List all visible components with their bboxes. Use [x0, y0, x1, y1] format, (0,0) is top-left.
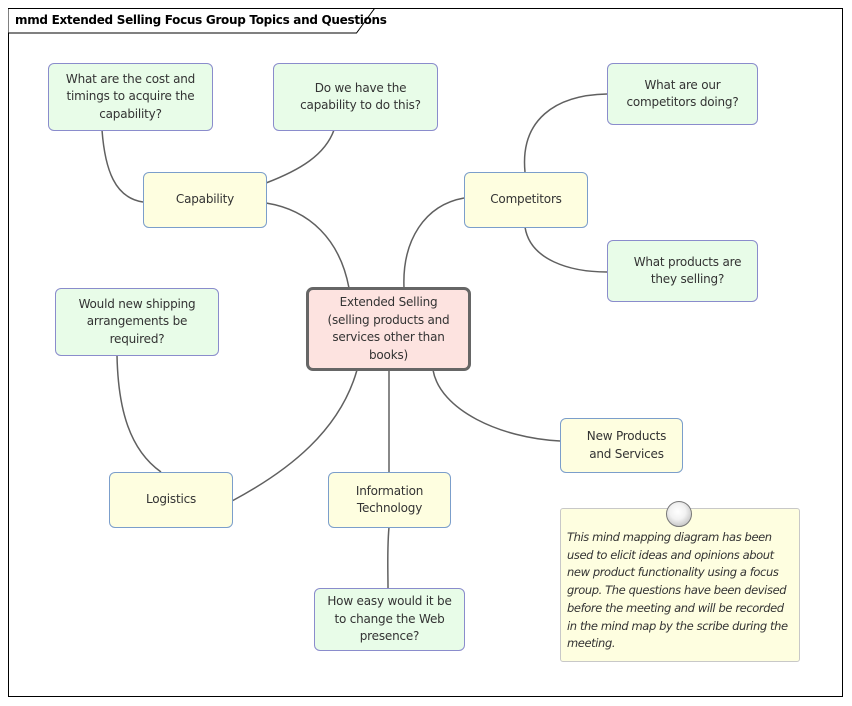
- diagram-note[interactable]: This mind mapping diagram has been used …: [560, 508, 800, 662]
- connector-it-web: [387, 526, 390, 589]
- topic-node-logistics[interactable]: Logistics: [109, 472, 233, 528]
- connector-competitors-doing: [523, 93, 608, 173]
- topic-label: Competitors: [490, 192, 562, 207]
- question-node-competitors-doing[interactable]: What are our competitors doing?: [607, 63, 758, 125]
- connector-competitors-selling: [524, 226, 608, 273]
- connector-central-new-products: [432, 369, 561, 442]
- connector-logistics-shipping: [116, 354, 162, 473]
- question-label: Would new shipping arrangements be requi…: [78, 296, 196, 346]
- topic-node-competitors[interactable]: Competitors: [464, 172, 588, 228]
- question-node-cost-timings[interactable]: What are the cost and timings to acquire…: [48, 63, 213, 131]
- question-label: What products are they selling?: [633, 254, 742, 287]
- question-node-web-presence[interactable]: How easy would it be to change the Web p…: [314, 588, 465, 651]
- question-label: How easy would it be to change the Web p…: [327, 594, 452, 644]
- connector-capability-cost: [101, 129, 144, 203]
- question-node-shipping[interactable]: Would new shipping arrangements be requi…: [55, 288, 219, 356]
- topic-label: Capability: [175, 192, 235, 207]
- central-topic-label: Extended Selling (selling products and s…: [327, 295, 450, 362]
- question-label: What are our competitors doing?: [626, 77, 739, 110]
- topic-node-capability[interactable]: Capability: [143, 172, 267, 228]
- topic-node-information-technology[interactable]: Information Technology: [328, 472, 451, 528]
- connector-central-capability: [265, 202, 350, 289]
- central-topic-node[interactable]: Extended Selling (selling products and s…: [306, 287, 471, 371]
- question-node-products-selling[interactable]: What products are they selling?: [607, 240, 758, 302]
- topic-label: New Products and Services: [586, 429, 667, 461]
- question-label: Do we have the capability to do this?: [300, 80, 421, 113]
- question-label: What are the cost and timings to acquire…: [65, 71, 196, 121]
- topic-node-new-products[interactable]: New Products and Services: [560, 418, 683, 473]
- topic-label: Logistics: [145, 492, 197, 507]
- note-pin-icon: [666, 501, 692, 527]
- topic-label: Information Technology: [355, 483, 424, 516]
- connector-central-competitors: [403, 197, 465, 289]
- connector-capability-have: [265, 129, 335, 184]
- note-text: This mind mapping diagram has been used …: [567, 530, 788, 651]
- question-node-have-capability[interactable]: Do we have the capability to do this?: [273, 63, 438, 131]
